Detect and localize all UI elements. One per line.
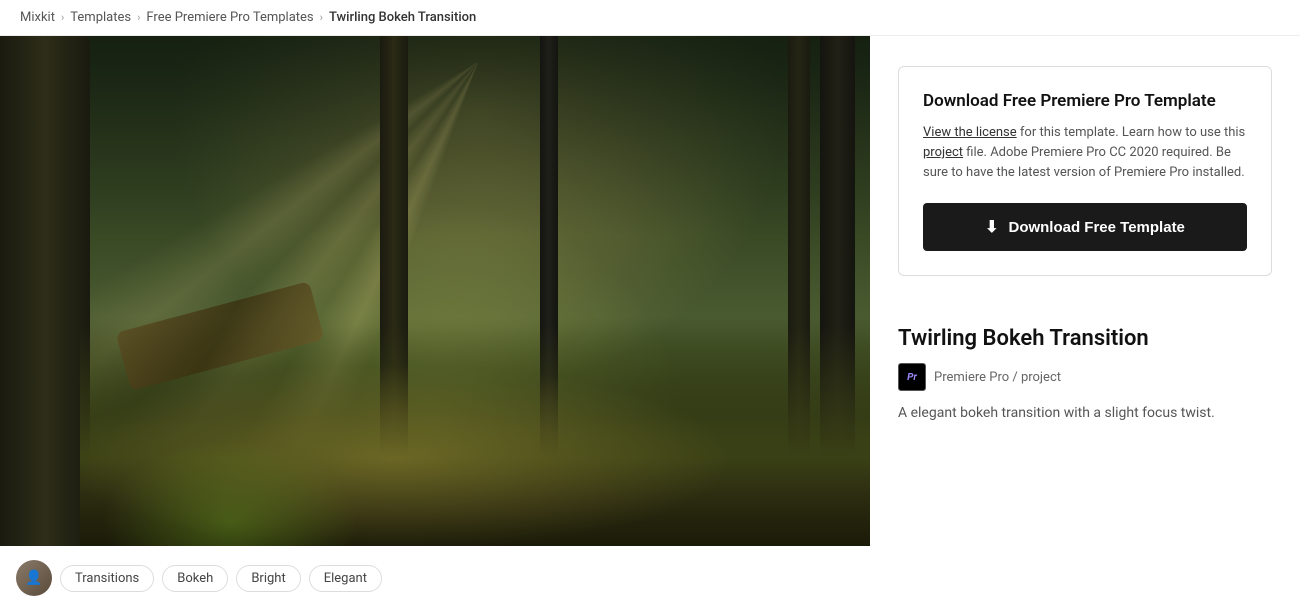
project-link[interactable]: project	[923, 145, 963, 160]
license-text-after: for this template. Learn how to use this	[1017, 125, 1246, 140]
license-text-end: file. Adobe Premiere Pro CC 2020 require…	[923, 145, 1245, 180]
breadcrumb-current: Twirling Bokeh Transition	[329, 10, 476, 25]
app-label: Premiere Pro / project	[934, 370, 1061, 385]
template-description: A elegant bokeh transition with a slight…	[898, 403, 1272, 424]
tag-bright[interactable]: Bright	[236, 565, 300, 592]
download-card: Download Free Premiere Pro Template View…	[898, 66, 1272, 276]
download-icon: ⬇	[985, 217, 998, 237]
right-panel: Download Free Premiere Pro Template View…	[870, 36, 1300, 610]
tag-elegant[interactable]: Elegant	[309, 565, 382, 592]
license-text: View the license for this template. Lear…	[923, 123, 1247, 183]
download-button-label: Download Free Template	[1008, 219, 1184, 236]
breadcrumb-templates[interactable]: Templates	[70, 10, 131, 25]
breadcrumb-separator-2: ›	[137, 11, 140, 24]
tags-area: 👤 Transitions Bokeh Bright Elegant	[0, 546, 870, 610]
view-license-link[interactable]: View the license	[923, 125, 1017, 140]
main-content: 👤 Transitions Bokeh Bright Elegant Downl…	[0, 36, 1300, 610]
tag-transitions[interactable]: Transitions	[60, 565, 154, 592]
breadcrumb-separator-1: ›	[61, 11, 64, 24]
left-panel: 👤 Transitions Bokeh Bright Elegant	[0, 36, 870, 610]
tag-bokeh[interactable]: Bokeh	[162, 565, 228, 592]
avatar: 👤	[16, 560, 52, 596]
pr-badge-icon: Pr	[898, 363, 926, 391]
download-card-title: Download Free Premiere Pro Template	[923, 91, 1247, 111]
app-badge: Pr Premiere Pro / project	[898, 363, 1061, 391]
template-info: Twirling Bokeh Transition Pr Premiere Pr…	[898, 316, 1272, 424]
avatar-icon: 👤	[25, 570, 42, 586]
grass-patch	[80, 426, 380, 546]
tree-left	[0, 36, 90, 546]
template-title: Twirling Bokeh Transition	[898, 326, 1272, 351]
breadcrumb-free-templates[interactable]: Free Premiere Pro Templates	[146, 10, 313, 25]
download-button[interactable]: ⬇ Download Free Template	[923, 203, 1247, 251]
breadcrumb: Mixkit › Templates › Free Premiere Pro T…	[0, 0, 1300, 36]
video-player[interactable]	[0, 36, 870, 546]
breadcrumb-mixkit[interactable]: Mixkit	[20, 10, 55, 25]
video-thumbnail	[0, 36, 870, 546]
breadcrumb-separator-3: ›	[320, 11, 323, 24]
